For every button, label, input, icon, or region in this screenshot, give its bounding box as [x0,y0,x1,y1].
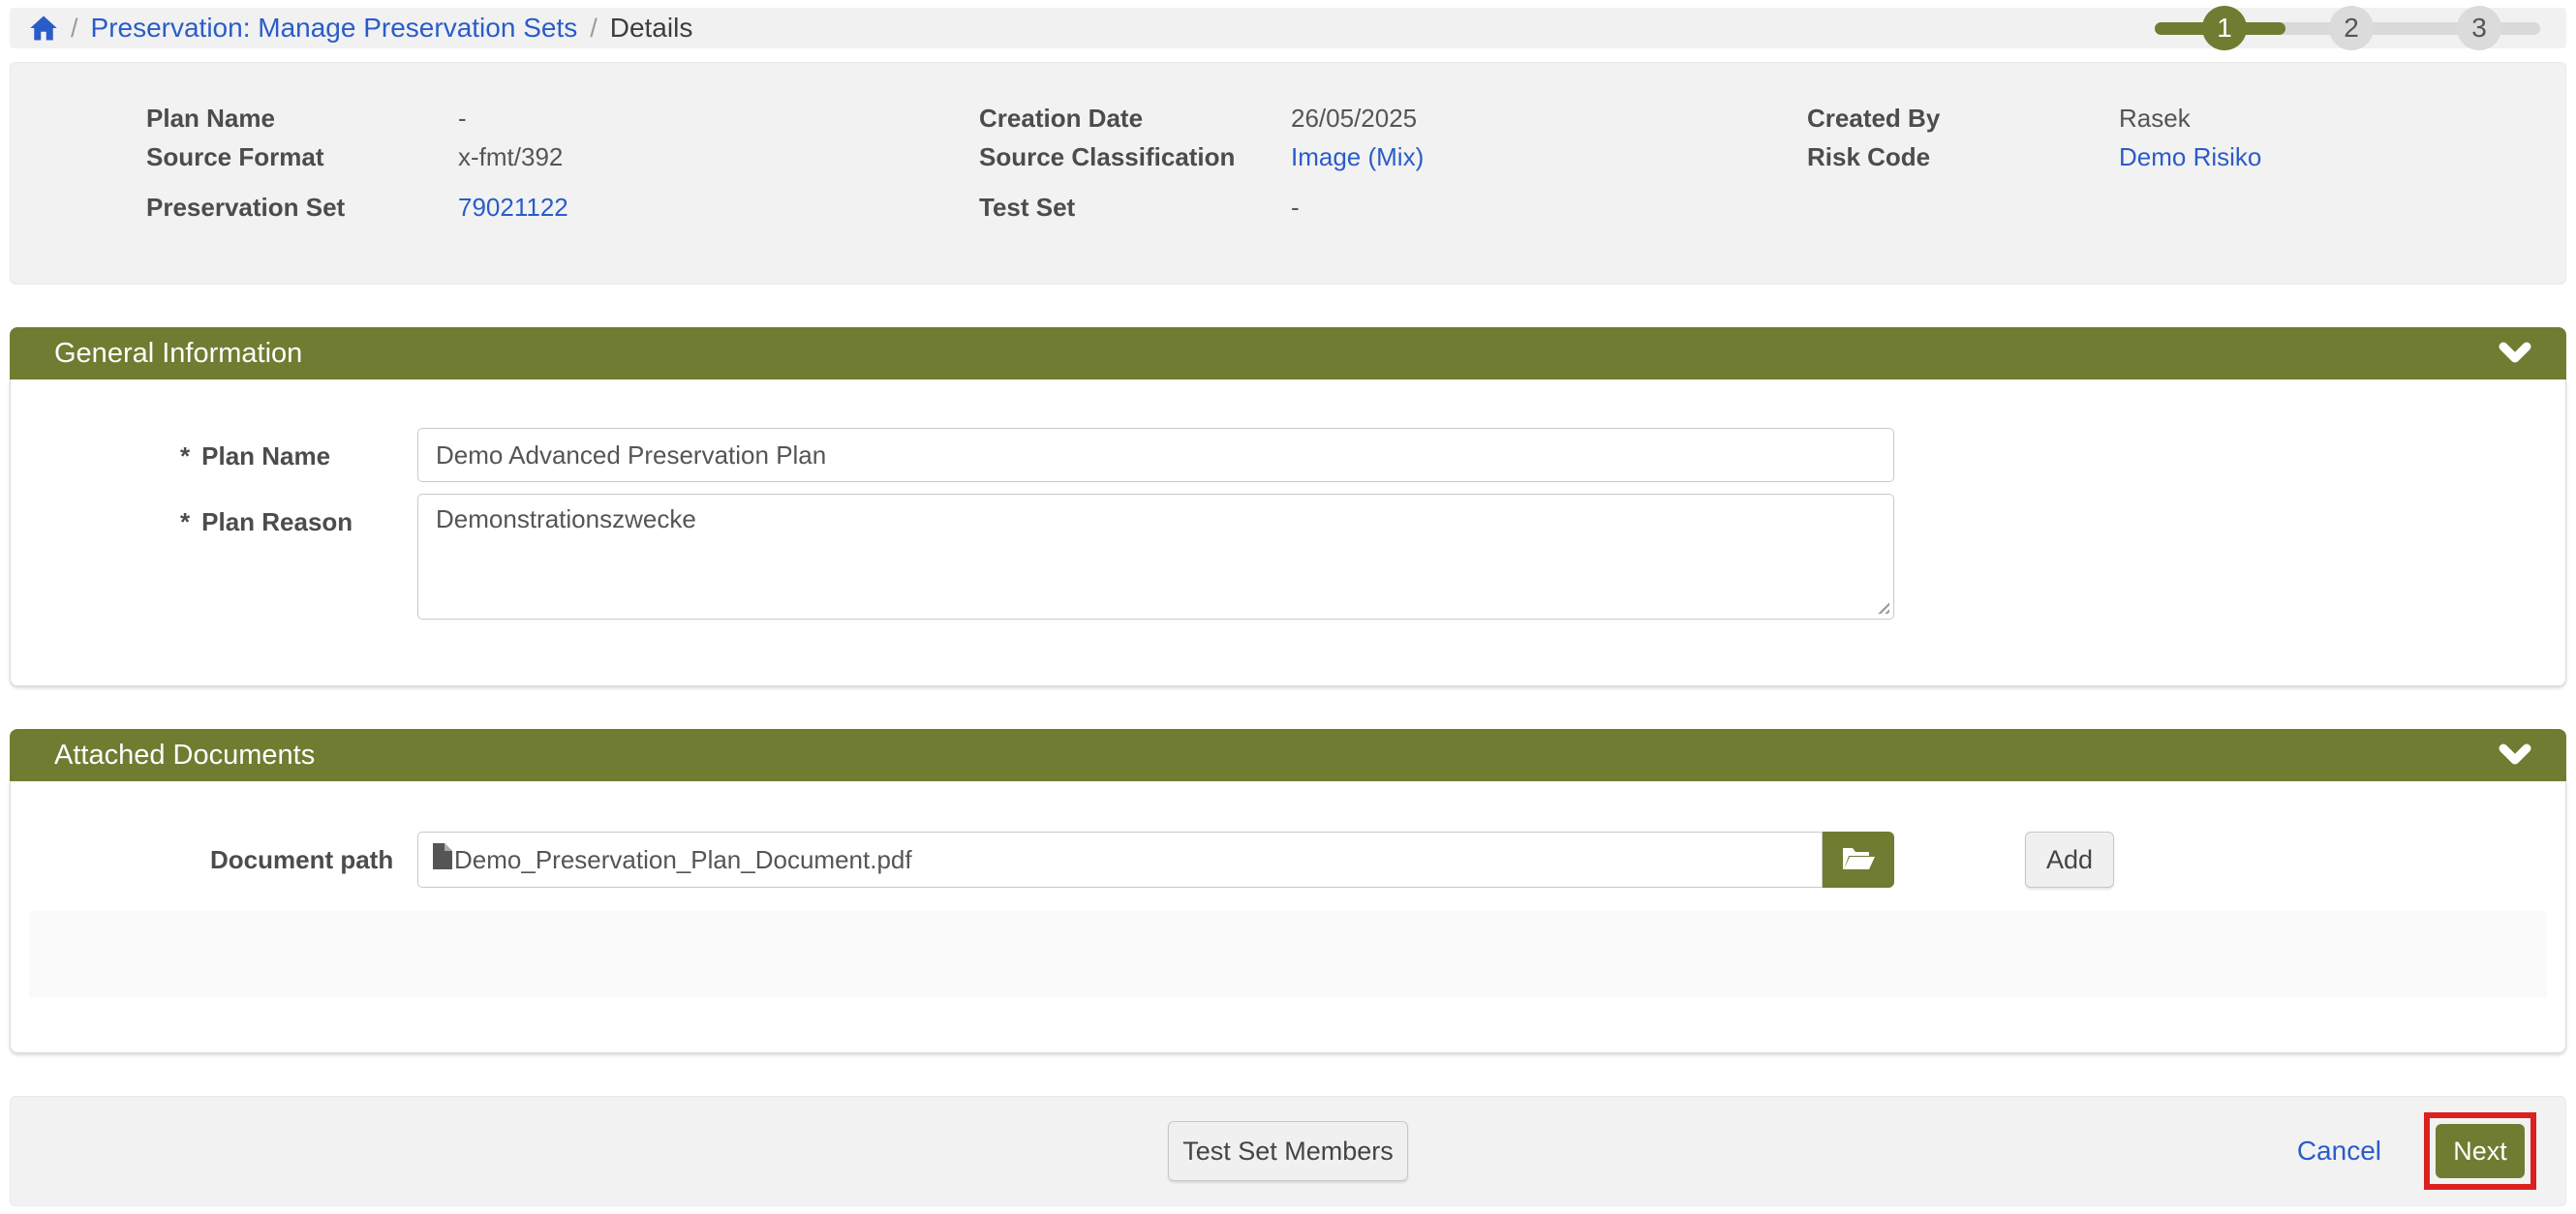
breadcrumb-separator: / [590,14,598,44]
required-asterisk: * [180,507,190,536]
attached-documents-section: Attached Documents Document path [10,729,2566,1053]
breadcrumb-separator: / [71,14,78,44]
stepper-step-1: 1 [2202,6,2247,50]
source-format-label: Source Format [146,142,458,172]
document-filename: Demo_Preservation_Plan_Document.pdf [454,845,912,875]
source-format-value: x-fmt/392 [458,142,563,172]
preservation-set-link[interactable]: 79021122 [458,193,568,223]
home-icon[interactable] [29,15,58,42]
document-path-label: Document path [11,845,417,875]
next-button-highlight-box: Next [2424,1112,2536,1190]
document-path-row: Document path Demo_Preservation_Plan_Doc… [11,832,2565,888]
summary-column-3: Created By Rasek Risk Code Demo Risiko [1807,104,2565,284]
summary-row: Source Classification Image (Mix) [979,142,1807,172]
plan-reason-textarea-wrap: Demonstrationszwecke [417,494,1894,620]
risk-code-link[interactable]: Demo Risiko [2119,142,2261,172]
summary-row: Creation Date 26/05/2025 [979,104,1807,134]
browse-folder-button[interactable] [1823,832,1894,888]
plan-name-label: Plan Name [146,104,458,134]
attached-documents-header: Attached Documents [10,729,2566,781]
add-document-button[interactable]: Add [2025,832,2114,888]
summary-column-2: Creation Date 26/05/2025 Source Classifi… [979,104,1807,284]
summary-row: Plan Name - [146,104,979,134]
summary-row: Test Set - [979,193,1807,223]
cancel-link[interactable]: Cancel [2297,1136,2381,1167]
summary-row: Source Format x-fmt/392 [146,142,979,172]
document-path-input[interactable]: Demo_Preservation_Plan_Document.pdf [417,832,1823,888]
plan-summary-panel: Plan Name - Source Format x-fmt/392 Pres… [10,62,2566,285]
stepper-step-2: 2 [2329,6,2374,50]
risk-code-label: Risk Code [1807,142,2119,172]
created-by-label: Created By [1807,104,2119,134]
general-information-section: General Information *Plan Name *Plan Rea… [10,327,2566,686]
document-path-input-group: Demo_Preservation_Plan_Document.pdf [417,832,1894,888]
attached-documents-title: Attached Documents [54,740,315,772]
attached-documents-empty-list [29,911,2547,998]
source-classification-link[interactable]: Image (Mix) [1291,142,1424,172]
general-information-header: General Information [10,327,2566,379]
test-set-members-button[interactable]: Test Set Members [1168,1121,1408,1181]
page: / Preservation: Manage Preservation Sets… [0,0,2576,1206]
breadcrumb: / Preservation: Manage Preservation Sets… [10,8,2566,48]
breadcrumb-current-details: Details [610,13,693,44]
plan-reason-form-row: *Plan Reason Demonstrationszwecke [11,494,2565,620]
preservation-set-label: Preservation Set [146,193,458,223]
test-set-value: - [1291,193,1300,223]
source-classification-label: Source Classification [979,142,1291,172]
attached-documents-body: Document path Demo_Preservation_Plan_Doc… [10,781,2566,1053]
creation-date-value: 26/05/2025 [1291,104,1417,134]
plan-name-value: - [458,104,467,134]
plan-reason-textarea[interactable]: Demonstrationszwecke [417,494,1894,620]
created-by-value: Rasek [2119,104,2191,134]
summary-row: Preservation Set 79021122 [146,193,979,223]
chevron-down-icon[interactable] [2499,744,2531,767]
summary-column-1: Plan Name - Source Format x-fmt/392 Pres… [146,104,979,284]
footer-right-actions: Cancel Next [2297,1097,2536,1205]
file-icon [432,843,452,876]
general-information-body: *Plan Name *Plan Reason Demonstrationszw… [10,379,2566,686]
footer-action-bar: Test Set Members Cancel Next [10,1096,2566,1206]
plan-reason-field-label: *Plan Reason [11,494,417,620]
plan-name-field-label: *Plan Name [11,428,417,482]
plan-name-input[interactable] [417,428,1894,482]
required-asterisk: * [180,441,190,470]
summary-row: Created By Rasek [1807,104,2565,134]
chevron-down-icon[interactable] [2499,342,2531,365]
test-set-label: Test Set [979,193,1291,223]
open-folder-icon [1840,844,1877,876]
next-button[interactable]: Next [2436,1124,2525,1178]
general-information-title: General Information [54,338,302,370]
stepper-step-3: 3 [2457,6,2501,50]
wizard-stepper: 1 2 3 [2155,8,2540,48]
creation-date-label: Creation Date [979,104,1291,134]
plan-name-form-row: *Plan Name [11,428,2565,482]
breadcrumb-link-manage-preservation-sets[interactable]: Preservation: Manage Preservation Sets [91,13,578,44]
summary-row: Risk Code Demo Risiko [1807,142,2565,172]
